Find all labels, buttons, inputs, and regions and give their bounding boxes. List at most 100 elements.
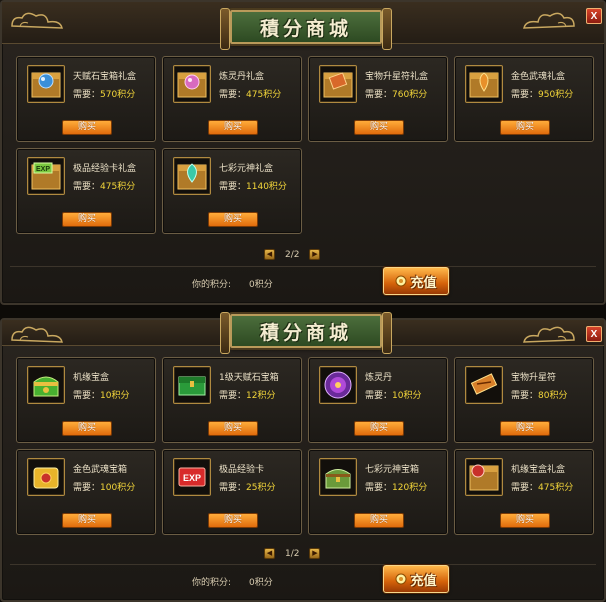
item-price: 需要：10积分: [365, 391, 422, 401]
title-plaque: 積分商城: [220, 312, 392, 354]
buy-button[interactable]: 购买: [208, 212, 258, 227]
svg-text:EXP: EXP: [36, 166, 50, 173]
rainbow-spirit-chest-icon: [319, 458, 357, 496]
page-title: 積分商城: [259, 17, 352, 40]
buy-button[interactable]: 购买: [500, 421, 550, 436]
buy-button[interactable]: 购买: [354, 421, 404, 436]
next-page-icon[interactable]: ▶: [309, 548, 321, 559]
shop-item-card: 宝物升星符 需要：80积分 购买: [454, 357, 594, 443]
shop-item-card: 金色武魂宝箱 需要：100积分 购买: [16, 449, 156, 535]
buy-button[interactable]: 购买: [62, 513, 112, 528]
buy-button[interactable]: 购买: [500, 513, 550, 528]
fortune-chest-icon: [27, 366, 65, 404]
close-button[interactable]: X: [586, 326, 602, 342]
shop-item-card: 炼灵丹礼盒 需要：475积分 购买: [162, 56, 302, 142]
talent-stone-chest-icon: [173, 366, 211, 404]
shop-item-card: 机缘宝盒 需要：10积分 购买: [16, 357, 156, 443]
item-name: 极品经验卡礼盒: [73, 164, 137, 174]
points-value: 0积分: [249, 578, 273, 588]
item-price: 需要：760积分: [365, 90, 428, 100]
prev-page-icon[interactable]: ◀: [264, 249, 275, 260]
star-talisman-icon: [465, 366, 503, 404]
item-price: 需要：120积分: [365, 483, 428, 493]
buy-button[interactable]: 购买: [208, 421, 258, 436]
prev-page-icon[interactable]: ◀: [264, 548, 275, 559]
cloud-ornament-icon: [8, 322, 68, 348]
buy-button[interactable]: 购买: [500, 120, 550, 135]
cloud-ornament-icon: [518, 8, 578, 34]
next-page-icon[interactable]: ▶: [309, 249, 321, 260]
page-indicator: 2/2: [285, 249, 300, 260]
shop-item-card: 宝物升星符礼盒 需要：760积分 购买: [308, 56, 448, 142]
item-name: 七彩元神礼盒: [219, 164, 274, 174]
shop-item-card: EXP 极品经验卡 需要：25积分 购买: [162, 449, 302, 535]
recharge-button[interactable]: 充值: [383, 565, 449, 593]
title-plaque: 積分商城: [220, 8, 392, 50]
page-indicator: 1/2: [285, 548, 300, 559]
buy-button[interactable]: 购买: [208, 513, 258, 528]
points-label: 你的积分:: [192, 280, 232, 290]
gift-box-exp-icon: EXP: [27, 157, 65, 195]
gift-box-gold-soul-icon: [465, 65, 503, 103]
coin-icon: [395, 275, 407, 287]
shop-item-card: 机缘宝盒礼盒 需要：475积分 购买: [454, 449, 594, 535]
item-price: 需要：475积分: [73, 182, 136, 192]
item-name: 1级天赋石宝箱: [219, 373, 279, 383]
item-name: 宝物升星符: [511, 373, 557, 383]
item-price: 需要：12积分: [219, 391, 276, 401]
shop-item-card: 七彩元神礼盒 需要：1140积分 购买: [162, 148, 302, 234]
points-display: 你的积分: 0积分: [192, 575, 273, 588]
pagination: ◀ 2/2 ▶: [264, 249, 321, 260]
gift-box-pill-icon: [173, 65, 211, 103]
buy-button[interactable]: 购买: [354, 120, 404, 135]
item-price: 需要：950积分: [511, 90, 574, 100]
item-name: 宝物升星符礼盒: [365, 72, 429, 82]
shop-panel-page-1: 積分商城 X 机缘宝盒 需要：10积分 购买 1级天赋石宝箱 需要：12积分 购…: [0, 312, 606, 602]
page-title: 積分商城: [259, 321, 352, 344]
shop-panel-page-2: 積分商城 X 天赋石宝箱礼盒 需要：570积分 购买 炼灵丹礼盒 需要：475积…: [0, 0, 606, 305]
item-price: 需要：570积分: [73, 90, 136, 100]
gift-box-talisman-icon: [319, 65, 357, 103]
close-button[interactable]: X: [586, 8, 602, 24]
cloud-ornament-icon: [8, 8, 68, 34]
gift-box-gem-icon: [27, 65, 65, 103]
item-price: 需要：10积分: [73, 391, 130, 401]
spirit-pill-icon: [319, 366, 357, 404]
points-display: 你的积分: 0积分: [192, 277, 273, 290]
shop-item-card: 天赋石宝箱礼盒 需要：570积分 购买: [16, 56, 156, 142]
recharge-label: 充值: [410, 573, 437, 589]
coin-icon: [395, 573, 407, 585]
buy-button[interactable]: 购买: [354, 513, 404, 528]
item-name: 极品经验卡: [219, 465, 265, 475]
item-name: 炼灵丹礼盒: [219, 72, 265, 82]
svg-text:EXP: EXP: [183, 473, 201, 483]
buy-button[interactable]: 购买: [208, 120, 258, 135]
shop-item-card: EXP 极品经验卡礼盒 需要：475积分 购买: [16, 148, 156, 234]
shop-item-card: 炼灵丹 需要：10积分 购买: [308, 357, 448, 443]
buy-button[interactable]: 购买: [62, 212, 112, 227]
recharge-label: 充值: [410, 275, 437, 291]
gift-box-spirit-icon: [173, 157, 211, 195]
buy-button[interactable]: 购买: [62, 421, 112, 436]
item-name: 炼灵丹: [365, 373, 393, 383]
item-price: 需要：80积分: [511, 391, 568, 401]
item-price: 需要：25积分: [219, 483, 276, 493]
gold-soul-chest-icon: [27, 458, 65, 496]
item-name: 金色武魂礼盒: [511, 72, 566, 82]
divider: [10, 564, 596, 565]
item-name: 金色武魂宝箱: [73, 465, 128, 475]
item-price: 需要：100积分: [73, 483, 136, 493]
shop-item-card: 1级天赋石宝箱 需要：12积分 购买: [162, 357, 302, 443]
pagination: ◀ 1/2 ▶: [264, 548, 321, 559]
item-price: 需要：475积分: [511, 483, 574, 493]
points-label: 你的积分:: [192, 578, 232, 588]
fortune-gift-box-icon: [465, 458, 503, 496]
item-price: 需要：475积分: [219, 90, 282, 100]
item-name: 机缘宝盒礼盒: [511, 465, 566, 475]
recharge-button[interactable]: 充值: [383, 267, 449, 295]
shop-item-card: 七彩元神宝箱 需要：120积分 购买: [308, 449, 448, 535]
divider: [10, 266, 596, 267]
buy-button[interactable]: 购买: [62, 120, 112, 135]
item-price: 需要：1140积分: [219, 182, 287, 192]
item-name: 机缘宝盒: [73, 373, 110, 383]
